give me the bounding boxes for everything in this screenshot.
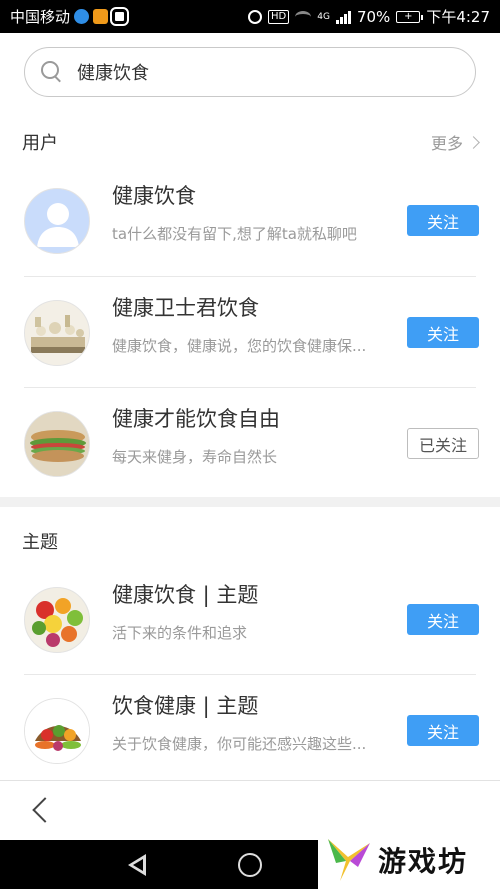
user-row[interactable]: 健康卫士君饮食 健康饮食，健康说，您的饮食健康保... 关注	[0, 277, 500, 388]
nav-back-inner	[133, 859, 143, 871]
search-icon	[41, 61, 63, 83]
signal-icon	[335, 10, 351, 24]
topic-info: 饮食健康 | 主题 关于饮食健康，你可能还感兴趣这些...	[112, 691, 392, 754]
user-name: 健康才能饮食自由	[112, 407, 280, 431]
follow-button[interactable]: 关注	[407, 715, 479, 746]
qq-notification-icon	[74, 9, 90, 24]
brand-logo	[328, 838, 370, 881]
status-bar: 中国移动 HD 4G 70% + 下午4:27	[0, 0, 500, 33]
clock: 下午4:27	[426, 8, 490, 26]
fruits-image	[25, 587, 89, 652]
vegetables-avatar[interactable]	[24, 697, 90, 764]
search-bar[interactable]	[24, 47, 476, 97]
topic-row[interactable]: 健康饮食 | 主题 活下来的条件和追求 关注	[0, 564, 500, 675]
topic-row[interactable]: 饮食健康 | 主题 关于饮食健康，你可能还感兴趣这些... 关注	[0, 675, 500, 786]
food-photo-avatar[interactable]	[24, 299, 90, 366]
status-right: HD 4G 70% + 下午4:27	[248, 6, 490, 27]
follow-button[interactable]: 关注	[407, 604, 479, 635]
topics-section-header: 主题	[0, 521, 500, 561]
sandwich-avatar[interactable]	[24, 410, 90, 477]
alarm-icon	[248, 9, 263, 24]
topic-desc: 活下来的条件和追求	[112, 624, 248, 642]
topic-name: 健康饮食 | 主题	[112, 583, 259, 607]
sandwich-image	[25, 411, 89, 476]
topic-name: 饮食健康 | 主题	[112, 694, 259, 718]
user-bio: 健康饮食，健康说，您的饮食健康保...	[112, 337, 367, 355]
topic-desc: 关于饮食健康，你可能还感兴趣这些...	[112, 735, 367, 753]
network-type-label: 4G	[317, 11, 330, 22]
back-arrow-icon[interactable]	[32, 797, 58, 823]
battery-percent: 70%	[356, 7, 391, 26]
wifi-icon	[295, 10, 312, 23]
user-name: 健康饮食	[112, 184, 196, 208]
carrier-label: 中国移动	[10, 8, 71, 26]
users-section-header: 用户 更多	[0, 122, 500, 162]
user-name: 健康卫士君饮食	[112, 296, 259, 320]
brand-text: 游戏坊	[378, 844, 469, 878]
user-bio: 每天来健身，寿命自然长	[112, 448, 278, 466]
vegetables-image	[25, 698, 89, 763]
topic-info: 健康饮食 | 主题 活下来的条件和追求	[112, 580, 392, 643]
user-row[interactable]: 健康饮食 ta什么都没有留下,想了解ta就私聊吧 关注	[0, 165, 500, 276]
user-row[interactable]: 健康才能饮食自由 每天来健身，寿命自然长 已关注	[0, 388, 500, 499]
search-input[interactable]	[77, 61, 457, 83]
user-bio: ta什么都没有留下,想了解ta就私聊吧	[112, 225, 357, 243]
nav-home-icon[interactable]	[238, 853, 262, 877]
more-label: 更多	[430, 134, 463, 153]
person-silhouette-icon	[37, 202, 79, 247]
food-table-image	[25, 300, 89, 365]
watermark: 游戏坊	[318, 830, 500, 889]
follow-button[interactable]: 关注	[407, 317, 479, 348]
status-left: 中国移动	[10, 6, 130, 27]
user-info: 健康饮食 ta什么都没有留下,想了解ta就私聊吧	[112, 181, 392, 244]
battery-icon: +	[396, 10, 424, 23]
more-users-link[interactable]: 更多	[430, 130, 480, 154]
following-button[interactable]: 已关注	[407, 428, 479, 459]
section-separator	[0, 497, 500, 507]
users-section-title: 用户	[22, 133, 58, 154]
user-info: 健康才能饮食自由 每天来健身，寿命自然长	[112, 404, 392, 467]
weibo-notification-icon	[93, 9, 109, 24]
topics-section-title: 主题	[22, 532, 58, 553]
chevron-right-icon	[467, 135, 480, 149]
hd-badge: HD	[268, 9, 290, 24]
fruits-avatar[interactable]	[24, 586, 90, 653]
user-info: 健康卫士君饮食 健康饮食，健康说，您的饮食健康保...	[112, 293, 392, 356]
follow-button[interactable]: 关注	[407, 205, 479, 236]
app-notification-icon	[110, 7, 130, 26]
default-avatar[interactable]	[24, 187, 90, 254]
